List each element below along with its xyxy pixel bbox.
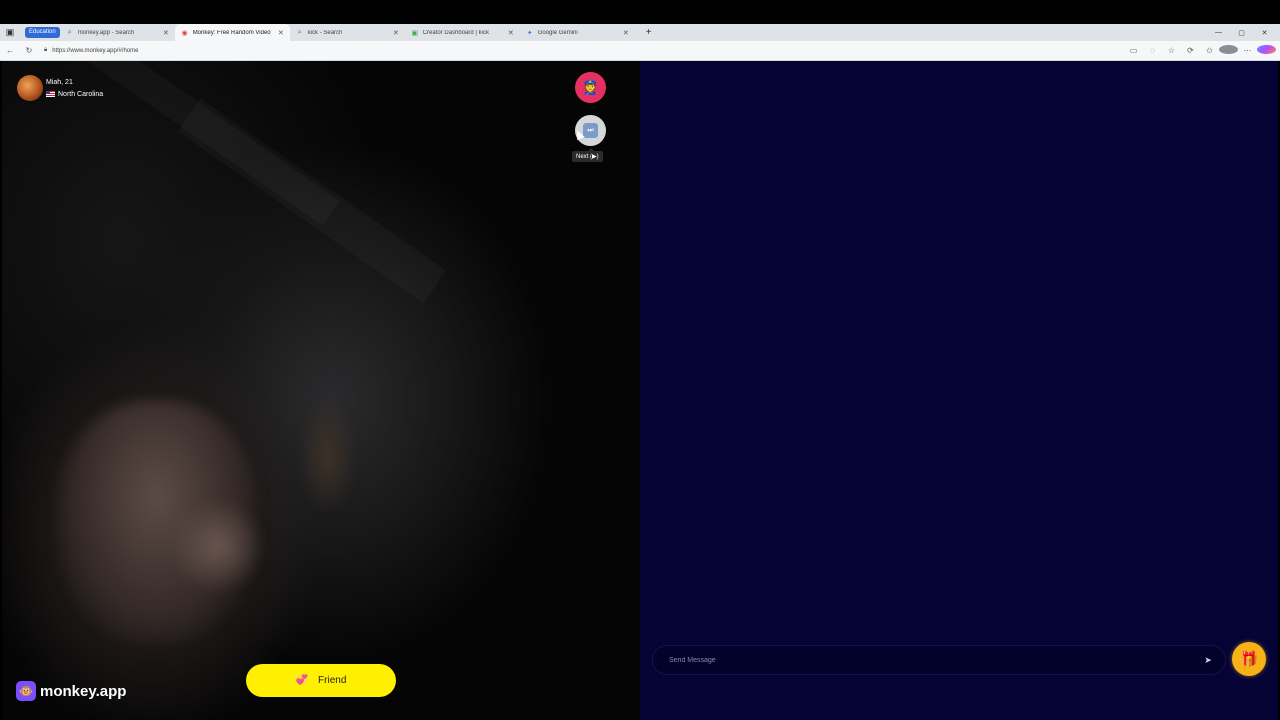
monkey-logo-icon: 🐵	[16, 681, 36, 701]
gemini-favicon-icon: ✦	[526, 29, 533, 37]
search-icon: ⌕	[297, 28, 302, 36]
send-icon[interactable]: ➤	[1203, 655, 1213, 666]
close-icon[interactable]: ✕	[623, 29, 629, 37]
next-tooltip: Next (▶)	[572, 148, 603, 162]
window-controls: — ▢ ✕	[1207, 24, 1276, 41]
message-input[interactable]	[667, 655, 1203, 665]
close-icon[interactable]: ✕	[393, 29, 399, 37]
back-icon[interactable]: ←	[1, 46, 19, 55]
remote-video-feed: Miah, 21 North Carolina 👮 ⏭ Next (▶) 🐵 m…	[2, 61, 640, 720]
chat-panel: ➤ 🎁	[640, 61, 1278, 720]
video-background-object	[300, 401, 355, 511]
profile-avatar[interactable]	[1219, 45, 1238, 56]
browser-tab-bar: ▣ Education ⌕ monkey.app - Search ✕ ◉ Mo…	[0, 24, 1280, 41]
tab-google-gemini[interactable]: ✦ Google Gemini ✕	[520, 24, 635, 41]
refresh-icon[interactable]: ↻	[20, 46, 38, 55]
lock-icon: 🔒︎	[44, 47, 48, 53]
tab-monkey-app[interactable]: ◉ Monkey: Free Random Video ✕	[174, 24, 290, 41]
tab-title: Monkey: Free Random Video	[192, 29, 271, 36]
minimize-icon[interactable]: —	[1207, 29, 1230, 36]
favorite-star-icon[interactable]: ☆	[1162, 46, 1181, 55]
kick-favicon-icon: ▣	[411, 29, 418, 37]
gift-button[interactable]: 🎁	[1232, 642, 1266, 676]
avatar[interactable]	[17, 75, 43, 101]
message-bar: ➤	[652, 645, 1226, 675]
police-officer-icon: 👮	[581, 79, 600, 95]
tab-actions-icon[interactable]: ▣	[0, 24, 20, 41]
tab-kick-dashboard[interactable]: ▣ Creator Dashboard | kick ✕	[405, 24, 520, 41]
peer-location: North Carolina	[58, 90, 104, 98]
tab-title: Creator Dashboard | kick	[422, 29, 489, 36]
us-flag-icon	[46, 91, 55, 97]
tab-title: Google Gemini	[537, 29, 578, 36]
screen-top-border	[0, 0, 1280, 24]
close-icon[interactable]: ✕	[278, 29, 284, 37]
close-window-icon[interactable]: ✕	[1253, 29, 1276, 37]
maximize-icon[interactable]: ▢	[1230, 29, 1253, 37]
report-button[interactable]: 👮	[575, 72, 606, 103]
search-icon: ⌕	[67, 28, 72, 36]
browser-toolbar: ▭ ◌ ☆ ⟳ ✩ ⋯	[1124, 45, 1276, 56]
brand-logo: 🐵 monkey.app	[16, 681, 126, 701]
extensions-icon[interactable]: ⟳	[1181, 46, 1200, 55]
tab-group-label[interactable]: Education	[25, 27, 60, 38]
favorites-icon[interactable]: ✩	[1200, 46, 1219, 55]
friend-button-label: Friend	[318, 675, 347, 686]
monkey-app-page: Miah, 21 North Carolina 👮 ⏭ Next (▶) 🐵 m…	[2, 61, 1278, 720]
monkey-favicon-icon: ◉	[181, 29, 188, 37]
address-bar[interactable]: 🔒︎ https://www.monkey.app/#/home	[38, 44, 1118, 58]
more-menu-icon[interactable]: ⋯	[1238, 46, 1257, 55]
tab-monkey-search[interactable]: ⌕ monkey.app - Search ✕	[60, 24, 175, 41]
url-text: https://www.monkey.app/#/home	[52, 47, 139, 54]
video-person-hand	[172, 501, 262, 591]
tab-title: kick - Search	[307, 29, 343, 36]
tab-title: monkey.app - Search	[77, 29, 135, 36]
peer-name-age: Miah, 21	[46, 78, 73, 86]
media-icon[interactable]: ▭	[1124, 46, 1143, 55]
brand-name: monkey.app	[40, 682, 127, 700]
skip-next-icon: ⏭	[583, 123, 598, 138]
close-icon[interactable]: ✕	[508, 29, 514, 37]
new-tab-icon[interactable]: +	[643, 27, 655, 38]
reader-icon[interactable]: ◌	[1143, 46, 1162, 55]
video-light-streak	[178, 99, 447, 304]
gift-icon: 🎁	[1239, 651, 1259, 668]
close-icon[interactable]: ✕	[163, 29, 169, 37]
copilot-icon[interactable]	[1257, 45, 1276, 56]
heart-icon: 💞	[295, 675, 309, 686]
friend-button[interactable]: 💞 Friend	[246, 664, 396, 697]
browser-nav-bar: ← ↻ 🔒︎ https://www.monkey.app/#/home ▭ ◌…	[0, 41, 1280, 61]
tab-kick-search[interactable]: ⌕ kick - Search ✕	[290, 24, 405, 41]
peer-user-info: Miah, 21 North Carolina	[17, 75, 103, 101]
